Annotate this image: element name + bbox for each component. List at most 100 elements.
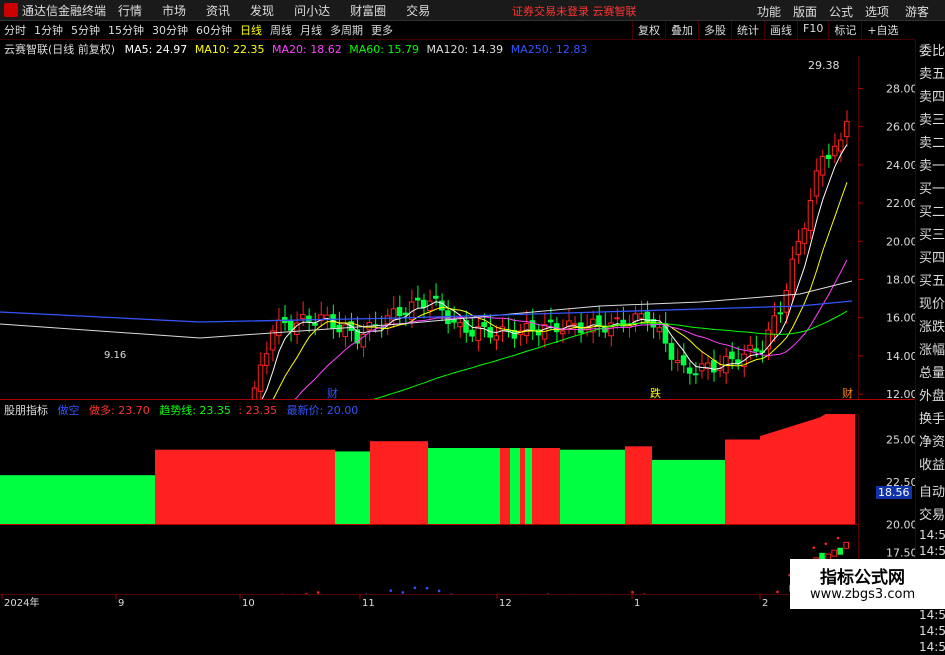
ma5-value: MA5: 24.97 (125, 43, 188, 56)
candle (458, 323, 463, 327)
candle (301, 315, 306, 319)
signal-dot (389, 589, 392, 592)
candle (687, 368, 692, 373)
ma10-value: MA10: 22.35 (195, 43, 265, 56)
menu-banmian[interactable]: 版面 (793, 3, 817, 20)
candle (754, 349, 759, 351)
top-right-menu: 功能 版面 公式 选项 (745, 3, 889, 20)
date-tick: 10 (242, 598, 255, 609)
tool-tongji[interactable]: 统计 (731, 21, 764, 39)
candle (693, 374, 698, 375)
menu-gongneng[interactable]: 功能 (757, 3, 781, 20)
main-menu: 行情 市场 资讯 发现 问小达 财富圈 交易 (118, 2, 450, 19)
quote-tab[interactable]: 交易 (916, 504, 945, 527)
quote-label: 买五 (916, 270, 945, 293)
candle (838, 140, 843, 151)
price-tick: 12.00 (886, 388, 915, 399)
menu-zixun[interactable]: 资讯 (206, 2, 230, 19)
quote-tab[interactable]: 自动 (916, 481, 945, 504)
quote-panel: 委比卖五卖四卖三卖二卖一买一买二买三买四买五现价涨跌涨幅总量外盘换手净资收益 自… (915, 40, 945, 609)
period-weekly[interactable]: 周线 (270, 22, 292, 38)
menu-caifuquan[interactable]: 财富圈 (350, 2, 386, 19)
tool-zixuan[interactable]: +自选 (861, 21, 903, 39)
quote-label: 卖二 (916, 132, 945, 155)
low-price-label: 9.16 (104, 350, 126, 361)
candle (615, 318, 620, 319)
menu-gongshi[interactable]: 公式 (829, 3, 853, 20)
candle (657, 328, 662, 332)
menu-jiaoyi[interactable]: 交易 (406, 2, 430, 19)
quote-label: 委比 (916, 40, 945, 63)
menu-xuanxiang[interactable]: 选项 (865, 3, 889, 20)
period-15min[interactable]: 15分钟 (108, 22, 144, 38)
tool-duogu[interactable]: 多股 (698, 21, 731, 39)
indicator-tick: 20.00 (886, 519, 915, 532)
indicator-bar (335, 451, 370, 524)
ma120-line (0, 281, 852, 338)
signal-dot (812, 546, 815, 549)
ma250-value: MA250: 12.83 (511, 43, 588, 56)
candle (476, 327, 481, 341)
tool-fuquan[interactable]: 复权 (632, 21, 665, 39)
indicator-chart[interactable] (0, 414, 915, 594)
signal-dot (776, 591, 779, 594)
indicator-tick: 17.50 (886, 547, 915, 560)
candle (415, 298, 420, 300)
tool-f10[interactable]: F10 (797, 21, 828, 39)
menu-shichang[interactable]: 市场 (162, 2, 186, 19)
period-60min[interactable]: 60分钟 (196, 22, 232, 38)
guest-button[interactable]: 游客 (905, 3, 929, 20)
tick-time: 14:56 (916, 543, 945, 559)
mini-candle (832, 550, 837, 556)
candle (542, 325, 547, 339)
candle (313, 324, 318, 326)
date-tick: 12 (499, 598, 512, 609)
period-multi[interactable]: 多周期 (330, 22, 363, 38)
price-tick: 26.00 (886, 121, 915, 134)
candle (790, 259, 795, 294)
menu-wenxiaoda[interactable]: 问小达 (294, 2, 330, 19)
period-30min[interactable]: 30分钟 (152, 22, 188, 38)
kline-chart[interactable]: 29.389.16财跌财 (0, 56, 915, 399)
period-1min[interactable]: 1分钟 (34, 22, 63, 38)
ma120-value: MA120: 14.39 (426, 43, 503, 56)
period-5min[interactable]: 5分钟 (71, 22, 100, 38)
indicator-bar (155, 450, 335, 525)
candle (470, 330, 475, 336)
period-fenshi[interactable]: 分时 (4, 22, 26, 38)
date-tick: 9 (118, 598, 124, 609)
candle (548, 320, 553, 322)
stock-title: 云赛智联(日线 前复权) (4, 43, 115, 56)
date-axis: 2024年910111212 (0, 594, 915, 609)
tool-huaxian[interactable]: 画线 (764, 21, 797, 39)
quote-label: 总量 (916, 362, 945, 385)
tick-time: 14:56 (916, 607, 945, 623)
app-logo-icon (4, 3, 18, 17)
candle (772, 316, 777, 335)
period-more[interactable]: 更多 (371, 22, 393, 38)
candle (778, 313, 783, 314)
indicator-bar (532, 448, 560, 525)
candle (675, 361, 680, 363)
candle (276, 320, 281, 336)
pane-divider (0, 399, 915, 400)
menu-hangqing[interactable]: 行情 (118, 2, 142, 19)
candle (712, 361, 717, 372)
candle (258, 365, 263, 391)
menu-faxian[interactable]: 发现 (250, 2, 274, 19)
price-tick: 24.00 (886, 159, 915, 172)
date-tick: 11 (362, 598, 375, 609)
price-axis: 28.0026.0024.0022.0020.0018.0016.0014.00… (858, 56, 915, 399)
signal-dot (837, 537, 840, 540)
period-monthly[interactable]: 月线 (300, 22, 322, 38)
date-tick: 2024年 (4, 596, 39, 609)
quote-label: 收益 (916, 454, 945, 477)
candle (434, 296, 439, 298)
candle (560, 331, 565, 334)
period-daily[interactable]: 日线 (240, 22, 262, 38)
tool-diejia[interactable]: 叠加 (665, 21, 698, 39)
event-marker-cai-2: 财 (842, 386, 853, 399)
tool-biaoji[interactable]: 标记 (828, 21, 861, 39)
login-warning[interactable]: 证券交易未登录 云赛智联 (512, 3, 637, 19)
signal-dot (825, 542, 828, 545)
